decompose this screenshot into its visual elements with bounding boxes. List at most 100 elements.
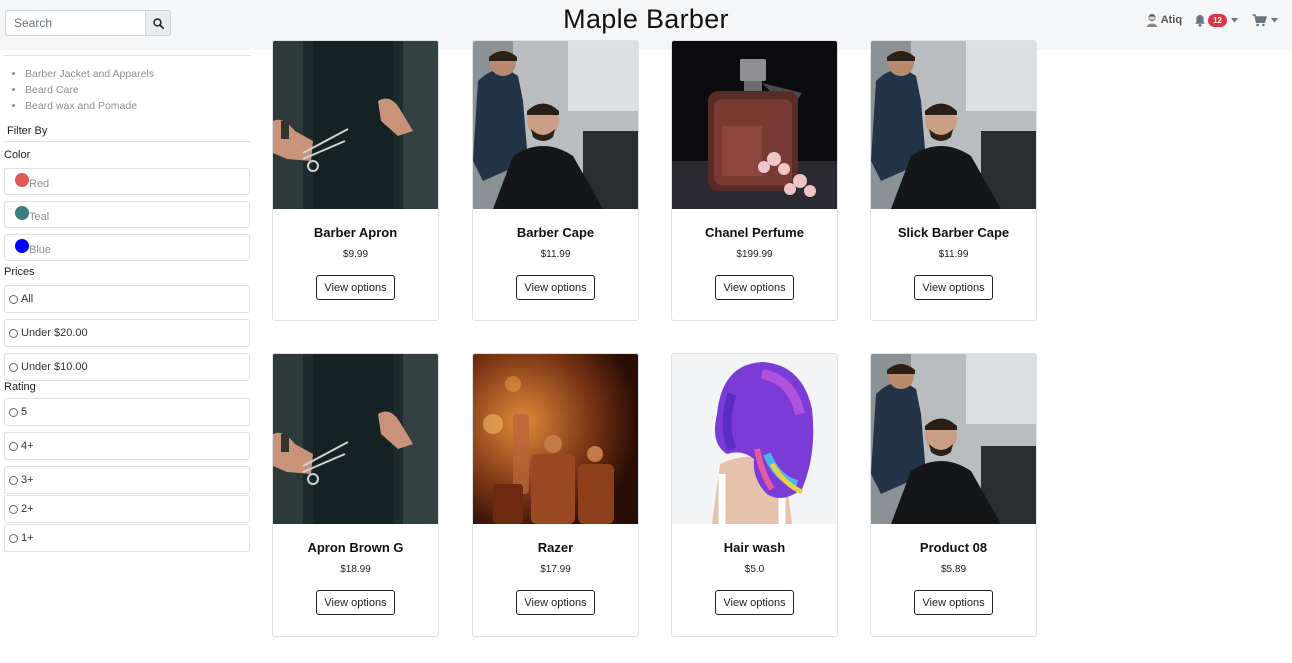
cart-icon xyxy=(1252,13,1267,26)
price-label: All xyxy=(21,293,34,305)
product-image xyxy=(871,41,1036,209)
product-image xyxy=(473,354,638,524)
rating-option-4[interactable]: 4+ xyxy=(4,432,250,460)
price-option-all[interactable]: All xyxy=(4,285,250,313)
product-card[interactable]: Chanel Perfume $199.99 View options xyxy=(671,40,838,321)
bell-icon xyxy=(1195,14,1206,27)
product-name: Chanel Perfume xyxy=(705,225,804,240)
product-image xyxy=(273,354,438,524)
product-price: $5.89 xyxy=(940,564,967,575)
category-item[interactable]: Beard Care xyxy=(25,82,250,98)
prices-title: Prices xyxy=(4,266,35,278)
rating-label: 2+ xyxy=(21,503,34,515)
user-menu[interactable]: Atiq xyxy=(1146,13,1182,27)
view-options-button[interactable]: View options xyxy=(715,275,794,300)
color-label: Teal xyxy=(29,211,50,223)
product-price: $17.99 xyxy=(540,564,571,575)
product-price: $11.99 xyxy=(540,249,571,260)
product-name: Apron Brown G xyxy=(307,540,404,555)
rating-option-5[interactable]: 5 xyxy=(4,398,250,426)
product-image xyxy=(473,41,638,209)
search-input[interactable] xyxy=(5,10,145,36)
search-icon xyxy=(152,17,164,29)
color-option-blue[interactable]: Blue xyxy=(4,234,250,261)
brand-title: Maple Barber xyxy=(563,4,729,34)
radio-button[interactable] xyxy=(9,328,18,338)
product-price: $199.99 xyxy=(736,249,773,260)
color-option-red[interactable]: Red xyxy=(4,168,250,195)
top-navbar: Maple Barber Atiq 12 xyxy=(0,0,1292,50)
search-form xyxy=(5,10,171,36)
radio-button[interactable] xyxy=(9,362,18,372)
radio-button[interactable] xyxy=(9,475,18,485)
view-options-button[interactable]: View options xyxy=(516,275,595,300)
product-name: Product 08 xyxy=(919,540,988,555)
notification-badge: 12 xyxy=(1208,13,1227,27)
product-image xyxy=(672,354,837,524)
product-name: Barber Apron xyxy=(313,225,398,240)
filter-by-title: Filter By xyxy=(7,125,48,137)
search-button[interactable] xyxy=(145,10,171,36)
product-card[interactable]: Product 08 $5.89 View options xyxy=(870,353,1037,637)
product-name: Barber Cape xyxy=(516,225,595,240)
rating-option-3[interactable]: 3+ xyxy=(4,466,250,494)
product-card[interactable]: Barber Apron $9.99 View options xyxy=(272,40,439,321)
radio-button[interactable] xyxy=(9,504,18,514)
view-options-button[interactable]: View options xyxy=(516,590,595,615)
view-options-button[interactable]: View options xyxy=(316,275,395,300)
rating-label: 5 xyxy=(21,406,28,418)
price-option-under-20[interactable]: Under $20.00 xyxy=(4,319,250,347)
view-options-button[interactable]: View options xyxy=(715,590,794,615)
rating-label: 3+ xyxy=(21,474,34,486)
avatar-icon xyxy=(1146,13,1157,27)
product-image xyxy=(672,41,837,209)
rating-label: 1+ xyxy=(21,532,34,544)
color-label: Blue xyxy=(29,244,52,256)
radio-button[interactable] xyxy=(9,441,18,451)
product-name: Razer xyxy=(537,540,574,555)
product-name: Hair wash xyxy=(723,540,786,555)
product-price: $5.0 xyxy=(744,564,765,575)
filter-sidebar: Barber Jacket and Apparels Beard Care Be… xyxy=(4,50,250,552)
product-card[interactable]: Barber Cape $11.99 View options xyxy=(472,40,639,321)
product-image xyxy=(273,41,438,209)
radio-button[interactable] xyxy=(9,407,18,417)
product-card[interactable]: Apron Brown G $18.99 View options xyxy=(272,353,439,637)
divider xyxy=(4,55,250,56)
color-swatch xyxy=(15,173,29,187)
category-item[interactable]: Beard wax and Pomade xyxy=(25,98,250,114)
color-title: Color xyxy=(4,149,31,161)
rating-title: Rating xyxy=(4,381,36,393)
product-price: $11.99 xyxy=(938,249,969,260)
user-name: Atiq xyxy=(1160,14,1183,26)
product-name: Slick Barber Cape xyxy=(897,225,1010,240)
color-label: Red xyxy=(29,178,50,190)
view-options-button[interactable]: View options xyxy=(316,590,395,615)
chevron-down-icon xyxy=(1231,17,1238,22)
price-label: Under $10.00 xyxy=(21,361,88,373)
view-options-button[interactable]: View options xyxy=(914,275,993,300)
product-card[interactable]: Razer $17.99 View options xyxy=(472,353,639,637)
cart-menu[interactable] xyxy=(1252,13,1278,27)
rating-label: 4+ xyxy=(21,440,34,452)
view-options-button[interactable]: View options xyxy=(914,590,993,615)
nav-actions: Atiq 12 xyxy=(1146,13,1278,27)
price-label: Under $20.00 xyxy=(21,327,88,339)
product-card[interactable]: Hair wash $5.0 View options xyxy=(671,353,838,637)
color-swatch xyxy=(15,239,29,253)
product-card[interactable]: Slick Barber Cape $11.99 View options xyxy=(870,40,1037,321)
product-price: $18.99 xyxy=(340,564,371,575)
radio-button[interactable] xyxy=(9,533,18,543)
category-list: Barber Jacket and Apparels Beard Care Be… xyxy=(4,66,250,114)
price-option-under-10[interactable]: Under $10.00 xyxy=(4,353,250,381)
chevron-down-icon xyxy=(1271,17,1278,22)
radio-button[interactable] xyxy=(9,294,18,304)
product-image xyxy=(871,354,1036,524)
product-price: $9.99 xyxy=(342,249,369,260)
notifications-menu[interactable]: 12 xyxy=(1194,13,1238,27)
category-item[interactable]: Barber Jacket and Apparels xyxy=(25,66,250,82)
rating-option-1[interactable]: 1+ xyxy=(4,524,250,552)
color-option-teal[interactable]: Teal xyxy=(4,201,250,228)
divider xyxy=(4,141,250,142)
rating-option-2[interactable]: 2+ xyxy=(4,495,250,523)
